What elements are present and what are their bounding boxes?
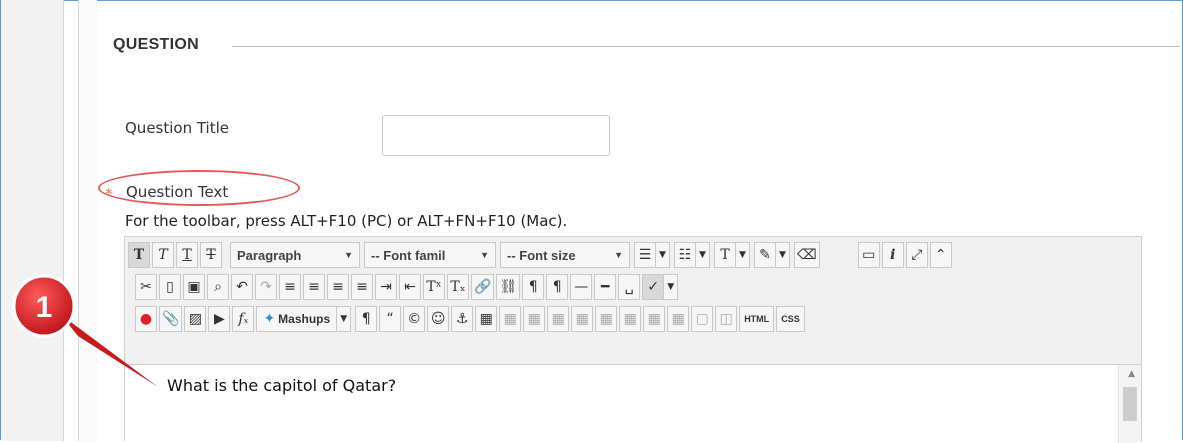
align-justify-icon[interactable]: ≡ xyxy=(351,274,373,300)
table-icon[interactable]: ▦ xyxy=(475,306,498,332)
horizontal-rule-icon[interactable]: — xyxy=(570,274,593,300)
toolbar-hint: For the toolbar, press ALT+F10 (PC) or A… xyxy=(125,212,568,230)
numbered-list-split[interactable]: ☷ ▼ xyxy=(674,242,710,268)
scroll-up-icon[interactable]: ▲ xyxy=(1128,369,1135,379)
eraser-icon[interactable]: ⌫ xyxy=(794,242,820,268)
chevron-down-icon[interactable]: ▼ xyxy=(736,242,750,268)
info-icon[interactable]: i xyxy=(881,242,904,268)
anchor-icon[interactable]: ⚓ xyxy=(451,306,474,332)
copyright-icon[interactable]: © xyxy=(403,306,426,332)
question-title-label: Question Title xyxy=(125,119,230,137)
required-marker: * xyxy=(105,185,113,203)
align-center-icon[interactable]: ≡ xyxy=(303,274,325,300)
preview-icon[interactable]: ▭ xyxy=(857,242,880,268)
horizontal-rule-thick-icon[interactable]: ━ xyxy=(594,274,617,300)
redo-icon[interactable]: ↷ xyxy=(255,274,277,300)
math-formula-icon[interactable]: fₓ xyxy=(232,306,255,332)
callout-pin: 1 xyxy=(12,274,158,387)
bullet-list-split[interactable]: ☰ ▼ xyxy=(634,242,670,268)
font-family-dropdown[interactable]: -- Font famil ▼ xyxy=(364,242,496,268)
table-col-icon[interactable]: ▦ xyxy=(547,306,570,332)
mashups-icon: ✦ xyxy=(263,311,276,327)
table-split-icon[interactable]: ◫ xyxy=(715,306,738,332)
numbered-list-icon[interactable]: ☷ xyxy=(674,242,696,268)
font-size-dropdown-label: -- Font size xyxy=(507,247,576,263)
chevron-down-icon: ▼ xyxy=(614,250,623,260)
underline-icon[interactable]: T xyxy=(176,242,198,268)
blockquote-icon[interactable]: “ xyxy=(379,306,402,332)
emoticon-icon[interactable]: ☺ xyxy=(427,306,450,332)
question-text-label: Question Text xyxy=(126,183,229,201)
fullscreen-icon[interactable]: ⤢ xyxy=(905,242,928,268)
font-size-dropdown[interactable]: -- Font size ▼ xyxy=(500,242,630,268)
media-icon[interactable]: ▶ xyxy=(208,306,231,332)
text-color-icon[interactable]: T xyxy=(714,242,736,268)
highlighter-icon[interactable]: ✎ xyxy=(754,242,776,268)
table-cell-icon[interactable]: ▦ xyxy=(571,306,594,332)
find-icon[interactable]: ⌕ xyxy=(207,274,229,300)
nonbreaking-space-icon[interactable]: ␣ xyxy=(618,274,641,300)
indent-icon[interactable]: ⇥ xyxy=(375,274,397,300)
callout-number: 1 xyxy=(36,291,53,324)
chevron-down-icon[interactable]: ▼ xyxy=(776,242,790,268)
text-color-split[interactable]: T ▼ xyxy=(714,242,750,268)
spellcheck-split[interactable]: ✓ ▼ xyxy=(642,274,679,300)
chevron-down-icon[interactable]: ▼ xyxy=(656,242,670,268)
editor-content[interactable]: What is the capitol of Qatar? xyxy=(167,376,396,395)
table-merge-icon[interactable]: ▢ xyxy=(691,306,714,332)
rtl-icon[interactable]: ¶ xyxy=(546,274,569,300)
chevron-down-icon: ▼ xyxy=(480,250,489,260)
mashups-label: Mashups xyxy=(278,312,331,326)
rich-text-editor: T T T T Paragraph ▼ -- Font famil ▼ -- F… xyxy=(124,236,1142,443)
chevron-down-icon[interactable]: ▼ xyxy=(337,306,352,332)
chevron-down-icon[interactable]: ▼ xyxy=(664,274,679,300)
italic-icon[interactable]: T xyxy=(152,242,174,268)
table-insert-col-icon[interactable]: ▦ xyxy=(643,306,666,332)
unlink-icon[interactable]: ⛓ xyxy=(496,274,521,300)
bold-icon[interactable]: T xyxy=(128,242,150,268)
table-props-icon[interactable]: ▦ xyxy=(499,306,522,332)
toolbar-row-2: ✂ ▯ ▣ ⌕ ↶ ↷ ≡ ≡ ≡ ≡ ⇥ ⇤ Tˣ Tₓ 🔗 ⛓ ¶ ¶ — … xyxy=(135,272,682,302)
paragraph-dropdown-label: Paragraph xyxy=(237,247,302,263)
scroll-thumb[interactable] xyxy=(1123,387,1137,421)
align-right-icon[interactable]: ≡ xyxy=(327,274,349,300)
toolbar-row-3: ● 📎 ▨ ▶ fₓ ✦ Mashups ▼ ¶ “ © ☺ ⚓ ▦ ▦ ▦ ▦… xyxy=(135,304,807,334)
bullet-list-icon[interactable]: ☰ xyxy=(634,242,656,268)
table-delete-row-icon[interactable]: ▦ xyxy=(619,306,642,332)
chevron-down-icon: ▼ xyxy=(344,250,353,260)
html-label: HTML xyxy=(744,314,770,324)
editor-scrollbar[interactable]: ▲ xyxy=(1118,365,1141,443)
question-title-input[interactable] xyxy=(382,115,610,156)
ltr-icon[interactable]: ¶ xyxy=(522,274,545,300)
link-icon[interactable]: 🔗 xyxy=(471,274,495,300)
paragraph-dropdown[interactable]: Paragraph ▼ xyxy=(230,242,360,268)
mashups-split[interactable]: ✦ Mashups ▼ xyxy=(256,306,352,332)
table-delete-col-icon[interactable]: ▦ xyxy=(667,306,690,332)
mashups-button[interactable]: ✦ Mashups xyxy=(256,306,338,332)
css-label: CSS xyxy=(781,314,800,324)
editor-content-area[interactable]: What is the capitol of Qatar? ▲ xyxy=(125,364,1141,443)
subscript-icon[interactable]: Tₓ xyxy=(447,274,469,300)
section-title: QUESTION xyxy=(113,36,199,53)
highlight-split[interactable]: ✎ ▼ xyxy=(754,242,790,268)
table-row-icon[interactable]: ▦ xyxy=(523,306,546,332)
outdent-icon[interactable]: ⇤ xyxy=(399,274,421,300)
undo-icon[interactable]: ↶ xyxy=(231,274,253,300)
paragraph-mark-icon[interactable]: ¶ xyxy=(355,306,378,332)
collapse-toolbar-icon[interactable]: ⌃ xyxy=(929,242,952,268)
css-button[interactable]: CSS xyxy=(776,306,805,332)
callout-pointer xyxy=(60,314,158,387)
font-family-dropdown-label: -- Font famil xyxy=(371,247,446,263)
html-button[interactable]: HTML xyxy=(739,306,775,332)
section-rule xyxy=(232,46,1180,47)
chevron-down-icon[interactable]: ▼ xyxy=(696,242,710,268)
superscript-icon[interactable]: Tˣ xyxy=(423,274,445,300)
strikethrough-icon[interactable]: T xyxy=(200,242,222,268)
toolbar-row-1: T T T T Paragraph ▼ -- Font famil ▼ -- F… xyxy=(128,240,954,270)
table-insert-row-icon[interactable]: ▦ xyxy=(595,306,618,332)
spellcheck-icon[interactable]: ✓ xyxy=(642,274,665,300)
align-left-icon[interactable]: ≡ xyxy=(279,274,301,300)
